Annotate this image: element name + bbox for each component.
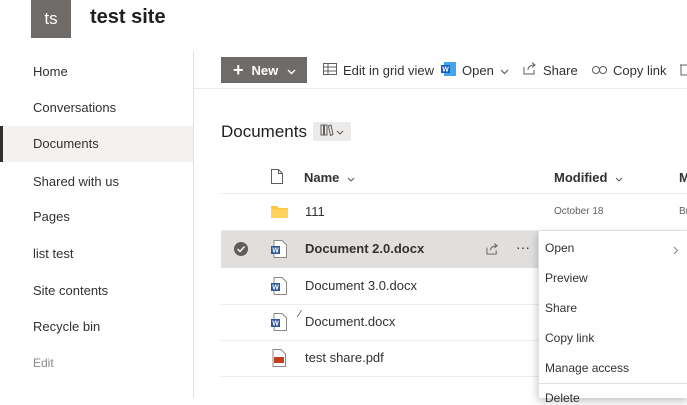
share-icon[interactable] <box>486 242 499 260</box>
link-icon <box>592 63 607 78</box>
column-name-label: Name <box>304 170 340 185</box>
nav-item-shared-with-us[interactable]: Shared with us <box>0 164 193 200</box>
more-options-icon[interactable]: ··· <box>516 239 530 255</box>
checkmark-icon[interactable] <box>234 242 248 261</box>
table-row[interactable]: 111 October 18 Br <box>221 194 687 231</box>
modified-date: October 18 <box>554 206 604 217</box>
menu-item-share[interactable]: Share <box>545 301 577 315</box>
nav-item-home[interactable]: Home <box>0 54 193 90</box>
share-icon <box>523 62 537 78</box>
folder-icon <box>271 205 288 223</box>
svg-text:W: W <box>272 285 279 292</box>
table-row-selected[interactable]: W Document 2.0.docx ··· <box>221 231 539 268</box>
library-icon <box>320 124 334 139</box>
delete-icon[interactable] <box>679 62 687 81</box>
nav-item-documents[interactable]: Documents <box>0 126 193 162</box>
nav-item-site-contents[interactable]: Site contents <box>0 273 193 309</box>
chevron-down-icon <box>336 126 344 138</box>
svg-text:W: W <box>272 248 279 255</box>
chevron-down-icon <box>347 170 355 185</box>
open-button[interactable]: W Open <box>441 57 509 83</box>
view-options-button[interactable] <box>313 122 351 141</box>
edit-grid-view-button[interactable]: Edit in grid view <box>323 57 434 83</box>
word-file-icon: W <box>271 277 287 295</box>
new-button[interactable]: + New <box>221 57 307 83</box>
menu-item-delete[interactable]: Delete <box>545 391 580 405</box>
word-file-icon: W <box>271 313 287 331</box>
chevron-down-icon <box>615 170 623 185</box>
file-name[interactable]: Document.docx <box>305 314 395 329</box>
svg-text:W: W <box>442 66 449 73</box>
svg-text:W: W <box>272 321 279 328</box>
open-label: Open <box>462 62 494 78</box>
menu-item-open[interactable]: Open <box>545 241 574 255</box>
menu-item-manage-access[interactable]: Manage access <box>545 361 629 375</box>
file-name[interactable]: Document 3.0.docx <box>305 278 417 293</box>
file-type-icon <box>271 169 283 189</box>
library-title: Documents <box>221 122 307 141</box>
context-menu: Open Preview Share Copy link Manage acce… <box>538 231 687 405</box>
nav-item-pages[interactable]: Pages <box>0 199 193 235</box>
nav-item-conversations[interactable]: Conversations <box>0 90 193 126</box>
left-navigation: Home Conversations Documents Shared with… <box>0 52 194 398</box>
site-title[interactable]: test site <box>90 6 166 29</box>
pdf-file-icon <box>271 349 287 367</box>
modified-by: Br <box>679 206 687 217</box>
column-header-modified-by[interactable]: M <box>679 170 687 185</box>
word-icon: W <box>441 61 456 79</box>
menu-divider <box>539 383 687 384</box>
menu-item-copy-link[interactable]: Copy link <box>545 331 594 345</box>
grid-icon <box>323 62 337 78</box>
file-name[interactable]: test share.pdf <box>305 350 384 365</box>
file-name[interactable]: 111 <box>305 204 325 219</box>
column-modified-label: Modified <box>554 170 608 185</box>
new-item-sparkle-icon: ⁄ <box>299 309 301 320</box>
nav-item-recycle-bin[interactable]: Recycle bin <box>0 309 193 345</box>
nav-edit-link[interactable]: Edit <box>0 345 193 381</box>
chevron-down-icon <box>287 63 296 78</box>
column-header-name[interactable]: Name <box>304 170 355 185</box>
chevron-right-icon <box>673 242 679 260</box>
copy-link-label: Copy link <box>613 62 667 78</box>
share-button[interactable]: Share <box>523 57 578 83</box>
menu-item-preview[interactable]: Preview <box>545 271 588 285</box>
chevron-down-icon <box>500 63 509 78</box>
word-file-icon: W <box>271 240 287 258</box>
nav-item-list-test[interactable]: list test <box>0 236 193 272</box>
site-logo[interactable]: ts <box>31 0 71 38</box>
share-label: Share <box>543 62 578 78</box>
edit-grid-view-label: Edit in grid view <box>343 62 435 78</box>
file-name[interactable]: Document 2.0.docx <box>305 241 424 256</box>
new-button-label: New <box>251 62 279 78</box>
plus-icon: + <box>233 60 244 80</box>
copy-link-button[interactable]: Copy link <box>592 57 666 83</box>
column-header-modified[interactable]: Modified <box>554 170 623 185</box>
